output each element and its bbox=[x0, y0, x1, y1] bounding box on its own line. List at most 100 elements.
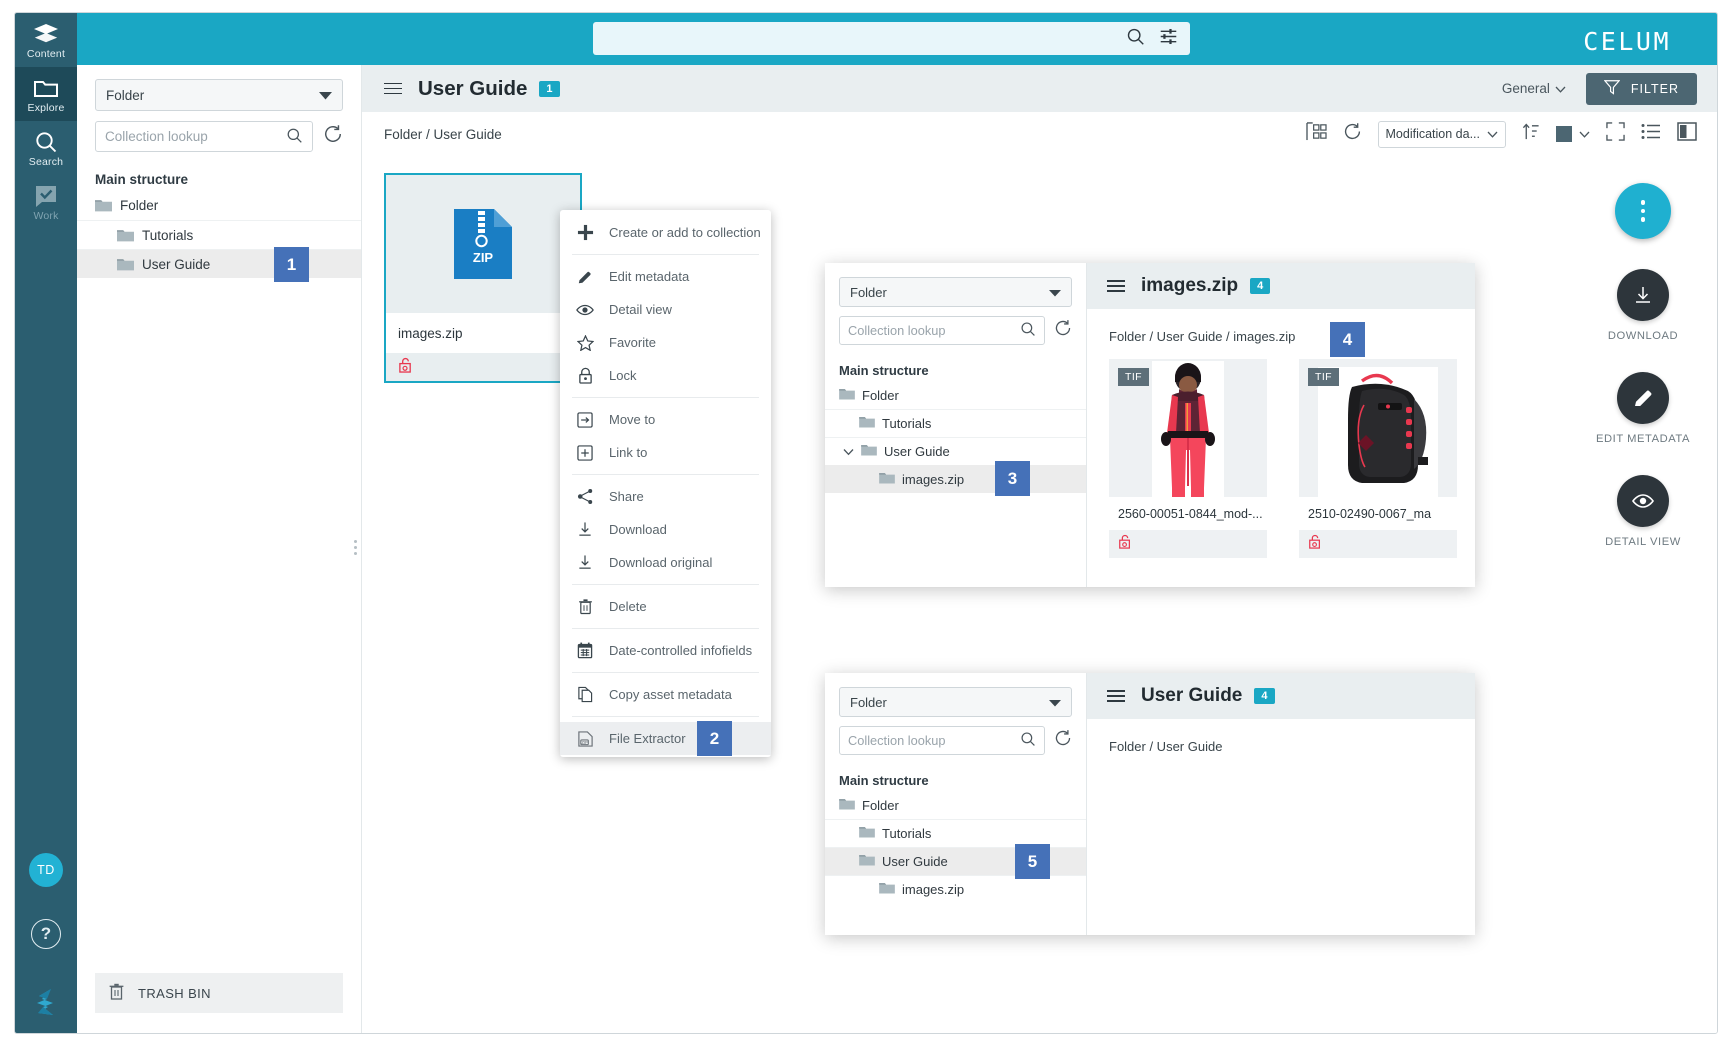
context-item-link-to[interactable]: Link to bbox=[560, 436, 771, 469]
rail-item-work[interactable]: Work bbox=[15, 175, 77, 229]
app-window: Content Explore Search Work TD ? CELUM F… bbox=[14, 12, 1718, 1034]
context-item-detail-view[interactable]: Detail view bbox=[560, 293, 771, 326]
scope-select[interactable]: Folder bbox=[95, 79, 343, 111]
context-item-favorite[interactable]: Favorite bbox=[560, 326, 771, 359]
screenshot-root: Content Explore Search Work TD ? CELUM F… bbox=[0, 0, 1733, 1051]
tree-item-user-guide[interactable]: User Guide 5 bbox=[825, 844, 1086, 879]
action-download[interactable]: DOWNLOAD bbox=[1608, 269, 1678, 342]
tree-item-tutorials[interactable]: Tutorials bbox=[825, 819, 1086, 847]
subwindow-title: User Guide bbox=[1141, 685, 1243, 706]
split-panel-icon[interactable] bbox=[1677, 122, 1697, 146]
asset-tile-2[interactable]: TIF 2510-02490-0067_ma bbox=[1299, 359, 1457, 558]
tree-item-tutorials[interactable]: Tutorials bbox=[77, 220, 361, 249]
list-view-icon[interactable] bbox=[1641, 123, 1661, 145]
refresh-icon[interactable] bbox=[1054, 319, 1072, 342]
help-icon[interactable]: ? bbox=[31, 919, 61, 949]
header-actions: General FILTER bbox=[1502, 72, 1697, 105]
search-icon[interactable] bbox=[1020, 731, 1036, 750]
action-detail-view[interactable]: DETAIL VIEW bbox=[1605, 475, 1681, 548]
context-item-copy-asset-metadata[interactable]: Copy asset metadata bbox=[560, 678, 771, 711]
context-item-download-original[interactable]: Download original bbox=[560, 546, 771, 579]
move-to-icon bbox=[576, 411, 594, 428]
refresh-icon[interactable] bbox=[323, 124, 343, 149]
context-item-move-to[interactable]: Move to bbox=[560, 403, 771, 436]
unlocked-status-icon bbox=[1308, 534, 1322, 554]
tree-label-user-guide: User Guide bbox=[142, 256, 211, 272]
fullscreen-icon[interactable] bbox=[1606, 122, 1625, 146]
collection-lookup-input[interactable]: Collection lookup bbox=[839, 726, 1045, 755]
context-item-edit-metadata[interactable]: Edit metadata bbox=[560, 260, 771, 293]
context-item-date-controlled-infofields[interactable]: Date-controlled infofields bbox=[560, 634, 771, 667]
format-badge: TIF bbox=[1118, 368, 1149, 386]
collection-lookup-input[interactable]: Collection lookup bbox=[839, 316, 1045, 345]
search-settings-icon[interactable] bbox=[1159, 27, 1178, 51]
general-view-select[interactable]: General bbox=[1502, 81, 1566, 96]
subwindow-zip-header: images.zip 4 bbox=[1087, 263, 1475, 309]
context-item-lock[interactable]: Lock bbox=[560, 359, 771, 392]
asset-card-images-zip[interactable]: ZIP images.zip bbox=[384, 173, 582, 383]
chevron-expanded-icon[interactable] bbox=[843, 444, 854, 459]
menu-icon[interactable] bbox=[1107, 277, 1125, 295]
tree-item-images-zip[interactable]: images.zip 3 bbox=[825, 461, 1086, 496]
tree-item-folder[interactable]: Folder bbox=[825, 791, 1086, 819]
global-search-field[interactable] bbox=[593, 22, 1190, 55]
context-item-delete[interactable]: Delete bbox=[560, 590, 771, 623]
page-count-badge: 1 bbox=[539, 80, 560, 97]
more-actions-button[interactable] bbox=[1615, 183, 1671, 239]
menu-divider bbox=[572, 672, 759, 673]
sort-field-select[interactable]: Modification da... bbox=[1377, 120, 1506, 148]
search-icon[interactable] bbox=[286, 127, 303, 147]
avatar[interactable]: TD bbox=[29, 853, 63, 887]
rail-item-explore[interactable]: Explore bbox=[15, 67, 77, 121]
search-icon[interactable] bbox=[1020, 321, 1036, 340]
refresh-icon[interactable] bbox=[1054, 729, 1072, 752]
asset-toolbar: Folder / User Guide Modification da... bbox=[362, 112, 1717, 156]
asset-tile-1[interactable]: TIF 2560-00051-0844_mod-... bbox=[1109, 359, 1267, 558]
folder-icon bbox=[117, 229, 134, 242]
tree-item-user-guide[interactable]: User Guide bbox=[825, 437, 1086, 465]
asset-tile-thumbnail: TIF bbox=[1109, 359, 1267, 497]
scope-select[interactable]: Folder bbox=[839, 277, 1072, 307]
page-title: User Guide bbox=[418, 76, 528, 100]
context-label: Favorite bbox=[609, 335, 656, 350]
sort-direction-icon[interactable] bbox=[1522, 122, 1540, 146]
collection-lookup-input[interactable]: Collection lookup bbox=[95, 121, 313, 152]
trash-bin-button[interactable]: TRASH BIN bbox=[95, 973, 343, 1013]
step-badge-2: 2 bbox=[697, 721, 732, 756]
search-icon[interactable] bbox=[1126, 27, 1145, 51]
select-all-grid-icon[interactable] bbox=[1305, 122, 1327, 146]
zip-file-icon: ZIP bbox=[454, 209, 512, 279]
main-structure-heading: Main structure bbox=[839, 363, 929, 378]
unlocked-status-icon bbox=[1118, 534, 1132, 554]
subwindow-user-guide: Folder Collection lookup Main structure … bbox=[825, 673, 1475, 935]
scope-select[interactable]: Folder bbox=[839, 687, 1072, 717]
filter-button[interactable]: FILTER bbox=[1585, 72, 1697, 105]
action-edit-metadata[interactable]: EDIT METADATA bbox=[1596, 372, 1690, 445]
plus-icon bbox=[576, 224, 594, 241]
tree-item-folder[interactable]: Folder bbox=[77, 191, 361, 220]
context-item-download[interactable]: Download bbox=[560, 513, 771, 546]
menu-icon[interactable] bbox=[1107, 687, 1125, 705]
collection-lookup-placeholder: Collection lookup bbox=[105, 129, 208, 144]
context-label: Date-controlled infofields bbox=[609, 643, 753, 658]
asset-tile-name: 2510-02490-0067_ma bbox=[1299, 497, 1457, 530]
tree-item-images-zip[interactable]: images.zip bbox=[825, 875, 1086, 903]
sort-field-value: Modification da... bbox=[1385, 127, 1481, 141]
filter-label: FILTER bbox=[1630, 81, 1679, 96]
rail-item-search[interactable]: Search bbox=[15, 121, 77, 175]
rail-item-content[interactable]: Content bbox=[15, 13, 77, 67]
menu-icon[interactable] bbox=[384, 80, 402, 98]
celum-logo: CELUM bbox=[1583, 27, 1671, 56]
tile-size-select[interactable] bbox=[1556, 125, 1590, 143]
asset-name: images.zip bbox=[386, 313, 580, 353]
tree-item-tutorials[interactable]: Tutorials bbox=[825, 409, 1086, 437]
context-item-share[interactable]: Share bbox=[560, 480, 771, 513]
tree-item-folder[interactable]: Folder bbox=[825, 381, 1086, 409]
context-item-create-collection[interactable]: Create or add to collection bbox=[560, 216, 771, 249]
primary-nav-rail: Content Explore Search Work TD ? bbox=[15, 13, 77, 1033]
tree-item-user-guide[interactable]: User Guide 1 bbox=[77, 247, 361, 282]
subwindow-guide-header: User Guide 4 bbox=[1087, 673, 1475, 719]
panel-resize-handle[interactable] bbox=[354, 540, 357, 555]
context-item-file-extractor[interactable]: ZIP File Extractor 2 bbox=[560, 721, 771, 756]
refresh-icon[interactable] bbox=[1343, 122, 1362, 146]
